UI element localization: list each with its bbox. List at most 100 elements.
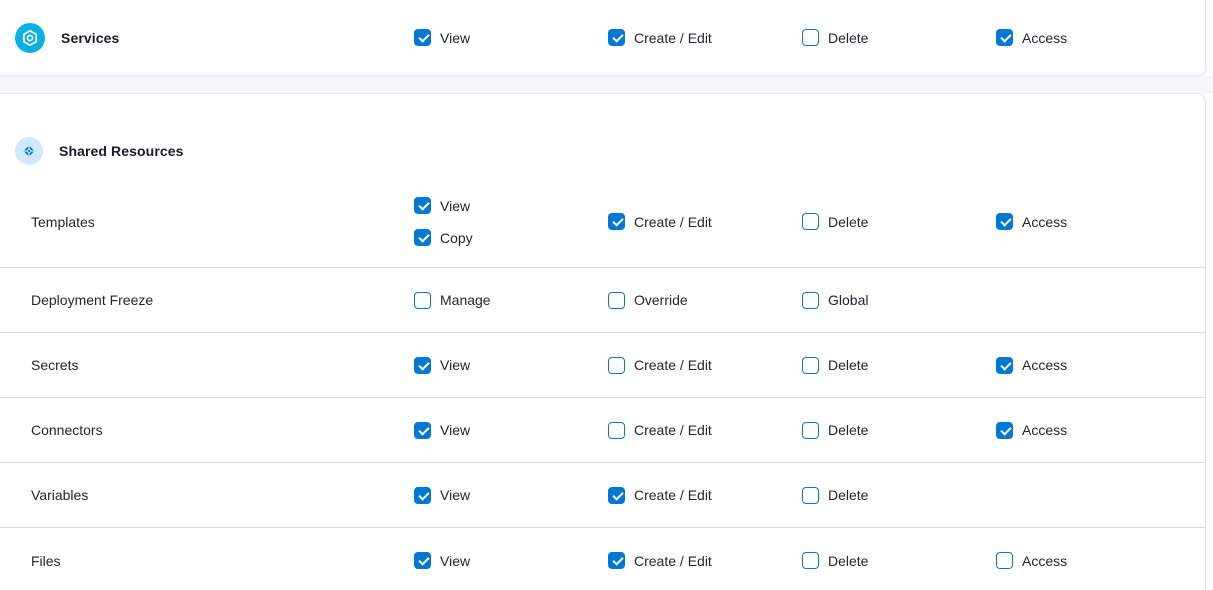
permission-checkbox-access[interactable]: Access: [996, 29, 1182, 46]
permission-column: Delete: [802, 422, 996, 439]
services-section-title: Services: [61, 30, 119, 46]
checkbox-unchecked-icon[interactable]: [608, 292, 625, 309]
permission-checkbox-view[interactable]: View: [414, 197, 608, 214]
permission-column: View: [414, 29, 608, 46]
resource-row-deployment-freeze: Deployment Freeze Manage Override Global: [0, 268, 1205, 333]
permission-checkbox-delete[interactable]: Delete: [802, 213, 996, 230]
permission-checkbox-global[interactable]: Global: [802, 292, 996, 309]
permission-label[interactable]: Create / Edit: [634, 215, 712, 229]
permission-label[interactable]: Delete: [828, 423, 868, 437]
shared-resources-rows: TemplatesViewCopyCreate / EditDeleteAcce…: [0, 176, 1205, 590]
permission-checkbox-access[interactable]: Access: [996, 357, 1182, 374]
checkbox-unchecked-icon[interactable]: [802, 487, 819, 504]
permission-label[interactable]: Global: [828, 293, 868, 307]
permission-label[interactable]: Create / Edit: [634, 31, 712, 45]
checkbox-checked-icon[interactable]: [414, 229, 431, 246]
permission-label[interactable]: View: [440, 358, 470, 372]
checkbox-checked-icon[interactable]: [414, 422, 431, 439]
permission-checkbox-delete[interactable]: Delete: [802, 552, 996, 569]
permission-checkbox-view[interactable]: View: [414, 29, 608, 46]
permission-label[interactable]: Delete: [828, 488, 868, 502]
permission-checkbox-create-edit[interactable]: Create / Edit: [608, 552, 802, 569]
permission-checkbox-create-edit[interactable]: Create / Edit: [608, 487, 802, 504]
permission-label[interactable]: Copy: [440, 231, 473, 245]
permission-label[interactable]: Delete: [828, 358, 868, 372]
permission-label[interactable]: Delete: [828, 31, 868, 45]
checkbox-unchecked-icon[interactable]: [414, 292, 431, 309]
checkbox-checked-icon[interactable]: [414, 357, 431, 374]
permission-column: Access: [996, 422, 1182, 439]
checkbox-unchecked-icon[interactable]: [802, 552, 819, 569]
checkbox-checked-icon[interactable]: [608, 213, 625, 230]
permission-checkbox-manage[interactable]: Manage: [414, 292, 608, 309]
checkbox-unchecked-icon[interactable]: [608, 357, 625, 374]
permission-label[interactable]: Access: [1022, 215, 1067, 229]
permission-checkbox-delete[interactable]: Delete: [802, 487, 996, 504]
permission-column: View: [414, 357, 608, 374]
permission-label[interactable]: Create / Edit: [634, 554, 712, 568]
permission-column: Global: [802, 292, 996, 309]
permission-column: Access: [996, 552, 1182, 569]
permission-checkbox-view[interactable]: View: [414, 422, 608, 439]
permission-label[interactable]: Create / Edit: [634, 423, 712, 437]
permission-checkbox-view[interactable]: View: [414, 552, 608, 569]
checkbox-checked-icon[interactable]: [996, 29, 1013, 46]
permission-checkbox-delete[interactable]: Delete: [802, 29, 996, 46]
checkbox-checked-icon[interactable]: [414, 487, 431, 504]
checkbox-unchecked-icon[interactable]: [996, 552, 1013, 569]
permission-label[interactable]: Access: [1022, 358, 1067, 372]
checkbox-checked-icon[interactable]: [996, 422, 1013, 439]
permission-label[interactable]: Access: [1022, 31, 1067, 45]
checkbox-checked-icon[interactable]: [996, 213, 1013, 230]
checkbox-checked-icon[interactable]: [414, 552, 431, 569]
checkbox-unchecked-icon[interactable]: [802, 422, 819, 439]
permission-checkbox-access[interactable]: Access: [996, 552, 1182, 569]
permission-column: Delete: [802, 487, 996, 504]
permission-column: Access: [996, 213, 1182, 230]
permission-label[interactable]: Manage: [440, 293, 491, 307]
permission-column: Manage: [414, 292, 608, 309]
permission-column: View: [414, 487, 608, 504]
checkbox-unchecked-icon[interactable]: [608, 422, 625, 439]
permission-label[interactable]: Access: [1022, 423, 1067, 437]
permission-checkbox-copy[interactable]: Copy: [414, 229, 608, 246]
permission-label[interactable]: Access: [1022, 554, 1067, 568]
checkbox-checked-icon[interactable]: [608, 552, 625, 569]
checkbox-checked-icon[interactable]: [608, 487, 625, 504]
permission-label[interactable]: View: [440, 423, 470, 437]
permission-column: Create / Edit: [608, 422, 802, 439]
permission-checkbox-delete[interactable]: Delete: [802, 422, 996, 439]
checkbox-checked-icon[interactable]: [608, 29, 625, 46]
permission-checkbox-access[interactable]: Access: [996, 422, 1182, 439]
checkbox-unchecked-icon[interactable]: [802, 357, 819, 374]
resource-row-label: Deployment Freeze: [15, 292, 414, 308]
checkbox-unchecked-icon[interactable]: [802, 292, 819, 309]
checkbox-checked-icon[interactable]: [996, 357, 1013, 374]
permission-checkbox-create-edit[interactable]: Create / Edit: [608, 357, 802, 374]
permission-checkbox-create-edit[interactable]: Create / Edit: [608, 29, 802, 46]
permission-label[interactable]: Delete: [828, 215, 868, 229]
permission-label[interactable]: Create / Edit: [634, 488, 712, 502]
permission-column: Access: [996, 29, 1182, 46]
permission-checkbox-create-edit[interactable]: Create / Edit: [608, 213, 802, 230]
permission-checkbox-access[interactable]: Access: [996, 213, 1182, 230]
permission-checkbox-view[interactable]: View: [414, 357, 608, 374]
shared-resources-icon: [15, 137, 43, 165]
checkbox-checked-icon[interactable]: [414, 29, 431, 46]
shared-resources-section-title: Shared Resources: [59, 143, 184, 159]
permission-checkbox-override[interactable]: Override: [608, 292, 802, 309]
permission-checkbox-create-edit[interactable]: Create / Edit: [608, 422, 802, 439]
permission-column: Delete: [802, 357, 996, 374]
checkbox-unchecked-icon[interactable]: [802, 213, 819, 230]
permission-checkbox-view[interactable]: View: [414, 487, 608, 504]
permission-label[interactable]: View: [440, 31, 470, 45]
checkbox-checked-icon[interactable]: [414, 197, 431, 214]
permission-label[interactable]: Delete: [828, 554, 868, 568]
permission-label[interactable]: Create / Edit: [634, 358, 712, 372]
permission-checkbox-delete[interactable]: Delete: [802, 357, 996, 374]
permission-label[interactable]: Override: [634, 293, 688, 307]
permission-label[interactable]: View: [440, 199, 470, 213]
permission-label[interactable]: View: [440, 488, 470, 502]
checkbox-unchecked-icon[interactable]: [802, 29, 819, 46]
permission-label[interactable]: View: [440, 554, 470, 568]
